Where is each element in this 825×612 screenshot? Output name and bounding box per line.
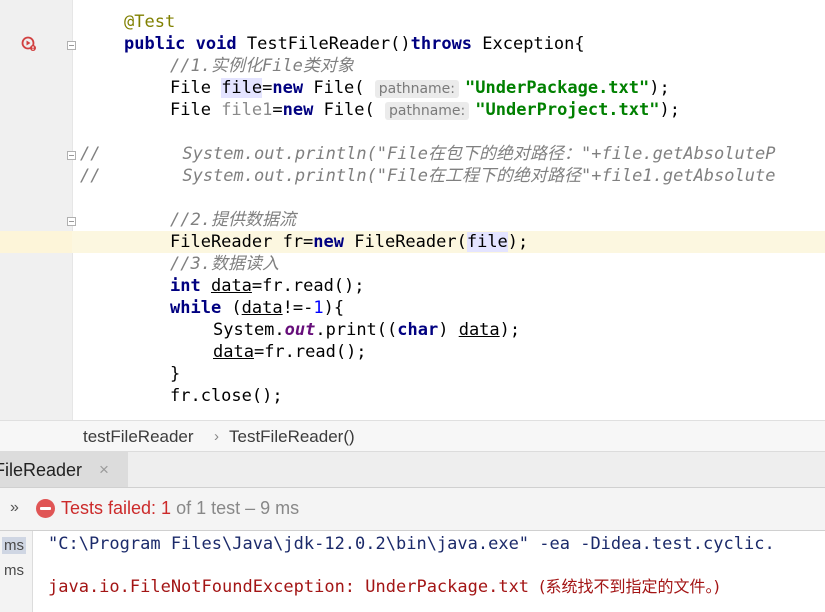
code-line-3: //1.实例化File类对象 <box>170 56 354 76</box>
console-output[interactable]: ms ms "C:\Program Files\Java\jdk-12.0.2\… <box>0 531 825 612</box>
breadcrumb: testFileReader › TestFileReader() <box>0 420 825 452</box>
code-line-1: @Test <box>124 12 176 32</box>
code-line-7: // System.out.println("File在工程下的绝对路径"+fi… <box>80 166 776 186</box>
run-tab-label: FileReader <box>0 460 83 480</box>
parameter-hint: pathname: <box>385 102 470 120</box>
breadcrumb-class[interactable]: testFileReader <box>83 421 194 452</box>
code-line-8: //2.提供数据流 <box>170 210 296 230</box>
code-line-4: File file=new File( pathname: "UnderPacka… <box>170 78 670 98</box>
code-line-15: } <box>170 364 181 384</box>
expand-icon[interactable]: » <box>10 488 19 528</box>
fold-icon[interactable] <box>67 151 76 160</box>
fold-icon[interactable] <box>67 217 76 226</box>
code-line-13: System.out.print((char) data); <box>213 320 521 340</box>
code-line-12: while (data!=-1){ <box>170 298 345 318</box>
console-time-label: ms <box>4 562 24 579</box>
run-tab[interactable]: FileReader × <box>0 452 128 487</box>
code-line-16: fr.close(); <box>170 386 283 406</box>
test-status-bar: » Tests failed: 1 of 1 test – 9 ms <box>0 488 825 531</box>
code-line-6: // System.out.println("File在包下的绝对路径："+fi… <box>80 144 776 164</box>
console-error-line: java.io.FileNotFoundException: UnderPack… <box>48 577 720 597</box>
code-line-14: data=fr.read(); <box>213 342 367 362</box>
run-tool-window-tabs: FileReader × <box>0 452 825 488</box>
code-line-2: public void TestFileReader()throws Excep… <box>124 34 585 54</box>
test-status-text: Tests failed: 1 of 1 test – 9 ms <box>61 498 300 518</box>
close-icon[interactable]: × <box>99 452 109 488</box>
code-line-10: //3.数据读入 <box>170 254 279 274</box>
console-time-label: ms <box>2 537 26 554</box>
console-command-line: "C:\Program Files\Java\jdk-12.0.2\bin\ja… <box>48 534 775 554</box>
code-line-5: File file1=new File( pathname: "UnderProj… <box>170 100 680 120</box>
code-editor[interactable]: @Test public void TestFileReader()throws… <box>0 0 825 420</box>
fold-icon[interactable] <box>67 41 76 50</box>
breadcrumb-separator: › <box>214 428 219 445</box>
code-line-11: int data=fr.read(); <box>170 276 365 296</box>
editor-gutter[interactable] <box>0 0 73 420</box>
breadcrumb-method[interactable]: TestFileReader() <box>229 421 355 452</box>
parameter-hint: pathname: <box>374 80 460 98</box>
console-gutter: ms ms <box>0 531 33 612</box>
code-line-9: FileReader fr=new FileReader(file); <box>170 232 529 252</box>
test-failed-icon <box>36 499 55 518</box>
run-test-icon[interactable] <box>21 36 37 52</box>
